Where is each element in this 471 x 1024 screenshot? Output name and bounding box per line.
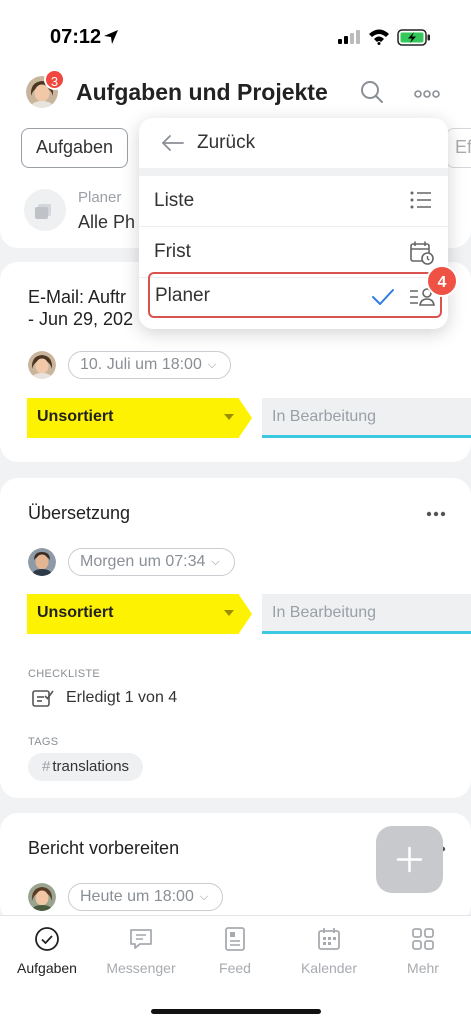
nav-label: Feed [219, 960, 251, 976]
deadline-text: Heute um 18:00 [80, 888, 194, 906]
task-title-line2: - Jun 29, 202 [28, 309, 134, 329]
stage-next-label: In Bearbeitung [272, 604, 377, 621]
planer-label: Planer [78, 189, 122, 206]
stage-current-label: Unsortiert [37, 408, 114, 425]
nav-item-aufgaben[interactable]: Aufgaben [0, 926, 94, 976]
home-indicator [151, 1009, 321, 1014]
menu-item-label: Frist [154, 241, 191, 262]
more-horizontal-icon[interactable] [426, 511, 446, 517]
checklist-row[interactable]: Erledigt 1 von 4 [32, 688, 177, 708]
list-icon [410, 191, 431, 209]
task-title-line1: E-Mail: Auftr [28, 287, 127, 307]
stage-next-label: In Bearbeitung [272, 408, 377, 425]
nav-item-messenger[interactable]: Messenger [94, 926, 188, 976]
assignee-avatar [28, 883, 56, 911]
view-mode-menu: Zurück Liste Frist Planer [139, 118, 448, 329]
user-avatar[interactable]: 3 [26, 69, 65, 108]
stage-next[interactable]: In Bearbeitung [262, 398, 471, 438]
menu-item-label: Planer [155, 285, 210, 306]
checklist-text: Erledigt 1 von 4 [66, 689, 178, 707]
menu-item-label: Liste [154, 190, 195, 211]
menu-item-planer[interactable]: Planer [148, 272, 442, 318]
chevron-down-icon: ⌵ [211, 556, 220, 568]
planer-view-icon[interactable] [24, 189, 66, 231]
tag-icon [35, 204, 51, 219]
page-title: Aufgaben und Projekte [76, 79, 328, 105]
status-bar: 07:12 [0, 0, 471, 62]
nav-item-mehr[interactable]: Mehr [376, 926, 470, 976]
stage-next[interactable]: In Bearbeitung [262, 594, 471, 634]
checklist-icon [32, 690, 54, 707]
menu-item-frist[interactable]: Frist [139, 227, 448, 278]
tags-heading: TAGS [28, 736, 59, 748]
battery-charging-icon [397, 29, 430, 46]
tag-chip[interactable]: # translations [28, 753, 144, 781]
check-circle-icon [35, 927, 59, 951]
hash-icon: # [42, 758, 51, 775]
menu-item-liste[interactable]: Liste [139, 176, 448, 227]
caret-down-icon [224, 610, 234, 616]
stage-current[interactable]: Unsortiert [27, 398, 252, 438]
calendar-icon [318, 928, 340, 950]
back-label: Zurück [197, 132, 256, 153]
planer-value[interactable]: Alle Ph [78, 212, 135, 233]
deadline-pill[interactable]: Heute um 18:00 ⌵ [68, 883, 224, 911]
back-button[interactable]: Zurück [139, 118, 448, 168]
assignee-avatar [28, 548, 56, 576]
location-arrow-icon [104, 30, 118, 44]
status-time: 07:12 [50, 26, 102, 48]
arrow-left-icon [162, 135, 184, 151]
grid-icon [412, 928, 434, 950]
tag-text: translations [52, 758, 130, 775]
deadline-text: Morgen um 07:34 [80, 553, 206, 571]
task-title: Bericht vorbereiten [28, 838, 180, 858]
nav-label: Mehr [407, 960, 439, 976]
feed-icon [225, 927, 245, 951]
nav-label: Messenger [106, 960, 176, 976]
caret-down-icon [224, 414, 234, 420]
nav-item-kalender[interactable]: Kalender [282, 926, 376, 976]
checklist-heading: CHECKLISTE [28, 668, 101, 680]
plus-icon [396, 846, 423, 873]
add-task-button[interactable] [376, 826, 443, 893]
more-horizontal-icon[interactable] [414, 90, 440, 98]
stage-current[interactable]: Unsortiert [27, 594, 252, 634]
step-badge: 4 [426, 265, 458, 297]
deadline-pill[interactable]: 10. Juli um 18:00 ⌵ [68, 351, 232, 379]
chevron-down-icon: ⌵ [207, 359, 217, 371]
filter-partial-button[interactable]: Ef [446, 128, 471, 168]
deadline-text: 10. Juli um 18:00 [80, 356, 202, 374]
deadline-pill[interactable]: Morgen um 07:34 ⌵ [68, 548, 235, 576]
chat-icon [130, 929, 152, 949]
task-card[interactable]: Übersetzung Morgen um 07:34 ⌵ Unsortiert … [0, 478, 471, 798]
checkmark-icon [372, 289, 394, 305]
menu-separator [139, 168, 448, 176]
search-icon[interactable] [360, 80, 384, 104]
task-title: Übersetzung [28, 503, 131, 523]
filter-aufgaben-button[interactable]: Aufgaben [21, 128, 129, 168]
task-title: E-Mail: Auftr - Jun 29, 202 [28, 286, 133, 330]
nav-label: Aufgaben [17, 960, 77, 976]
nav-item-feed[interactable]: Feed [188, 926, 282, 976]
cellular-signal-icon [338, 30, 360, 44]
assignee-avatar [28, 351, 56, 379]
stage-current-label: Unsortiert [37, 604, 114, 621]
notification-badge: 3 [44, 69, 65, 90]
bottom-navigation: Aufgaben Messenger Feed Kalender Mehr [0, 915, 471, 1024]
chevron-down-icon: ⌵ [199, 891, 209, 903]
nav-label: Kalender [300, 960, 358, 976]
calendar-clock-icon [410, 241, 434, 265]
wifi-icon [369, 29, 389, 45]
